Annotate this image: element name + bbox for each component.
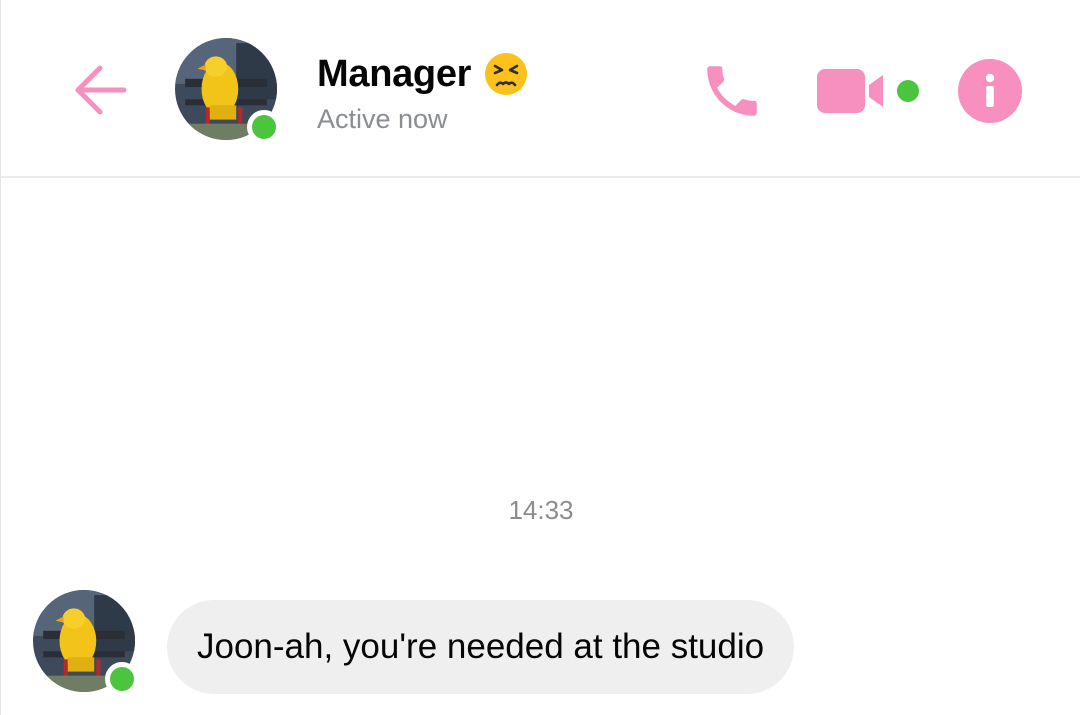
- conversation-header: Manager Active now: [1, 0, 1080, 178]
- message-bubble[interactable]: Joon-ah, you're needed at the studio: [167, 600, 795, 694]
- conversation-info-button[interactable]: [955, 56, 1025, 126]
- chat-screen: Manager Active now 14:33 Joon-ah, you're…: [0, 0, 1080, 715]
- arrow-left-icon: [75, 65, 127, 115]
- message-timestamp: 14:33: [508, 495, 574, 525]
- active-status: Active now: [317, 104, 448, 134]
- phone-icon: [707, 66, 757, 116]
- audio-call-button[interactable]: [695, 56, 769, 126]
- contact-avatar[interactable]: [175, 38, 281, 144]
- contact-name: Manager: [317, 52, 472, 95]
- video-camera-icon: [817, 69, 883, 113]
- name-row: Manager: [317, 50, 529, 98]
- back-button[interactable]: [67, 57, 133, 123]
- contact-info[interactable]: Manager Active now: [317, 50, 529, 135]
- online-indicator: [105, 662, 139, 696]
- video-call-button[interactable]: [813, 56, 923, 126]
- message-sender-avatar[interactable]: [33, 590, 139, 696]
- persevering-face-emoji-icon: [485, 53, 528, 95]
- info-icon: [958, 59, 1022, 123]
- online-indicator: [247, 110, 281, 144]
- video-active-indicator: [897, 80, 919, 102]
